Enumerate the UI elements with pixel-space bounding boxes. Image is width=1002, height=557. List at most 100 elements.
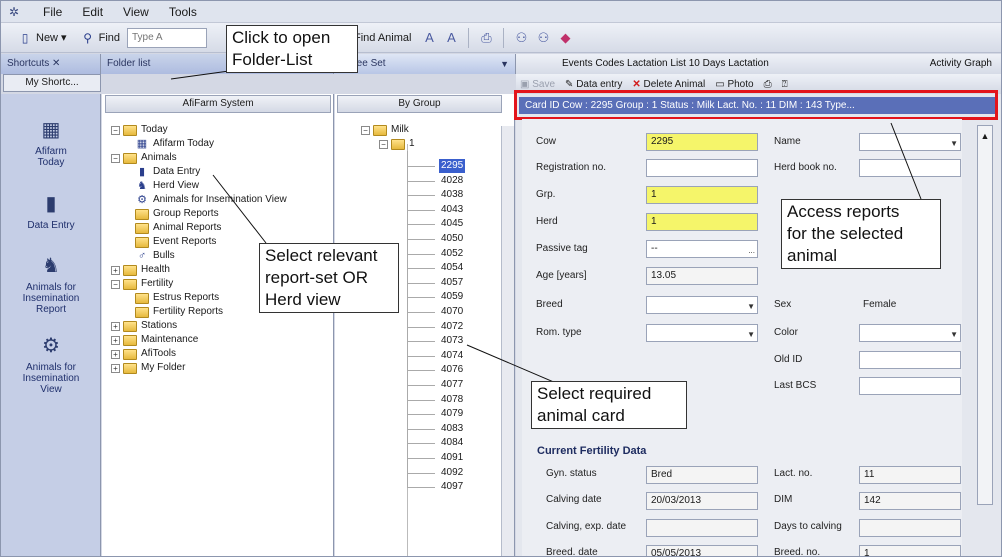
animal-item[interactable]: 4070 <box>441 305 463 319</box>
search-input[interactable] <box>127 27 207 48</box>
animal-item[interactable]: 4054 <box>441 261 463 275</box>
tree-item-group-1[interactable]: −1 <box>379 137 415 151</box>
animal-item[interactable]: 4052 <box>441 247 463 261</box>
menu-file[interactable]: File <box>33 5 72 19</box>
tree-item-milk[interactable]: − Milk <box>361 123 409 137</box>
delete-animal-button[interactable]: ✕ Delete Animal <box>632 79 705 90</box>
shortcuts-header[interactable]: Shortcuts ✕ <box>1 54 101 74</box>
card-tabs[interactable]: Events Codes Lactation List 10 Days Lact… <box>516 54 1001 74</box>
shortcut-data-entry[interactable]: ▮ Data Entry <box>1 191 101 231</box>
new-button[interactable]: ▯ New ▾ <box>11 27 74 49</box>
herd-book-field[interactable] <box>859 159 961 177</box>
tree-icon[interactable]: ⚇ <box>512 29 530 47</box>
name-select[interactable]: ▼ <box>859 133 961 151</box>
breed-select[interactable]: ▼ <box>646 296 758 314</box>
tree-item-today[interactable]: − Today <box>111 123 168 137</box>
scroll-up-icon[interactable]: ▲ <box>980 130 990 144</box>
animal-item[interactable]: 4028 <box>441 174 463 188</box>
tree-item-maintenance[interactable]: + Maintenance <box>111 333 198 347</box>
animal-item[interactable]: 4077 <box>441 378 463 392</box>
font-size-up-icon[interactable]: A <box>442 29 460 47</box>
animal-item[interactable]: 4078 <box>441 393 463 407</box>
shortcut-afifarm-today[interactable]: ▦ Afifarm Today <box>1 117 101 168</box>
collapse-icon[interactable]: − <box>111 125 120 135</box>
menu-edit[interactable]: Edit <box>72 5 113 19</box>
collapse-icon[interactable]: − <box>379 139 388 149</box>
group-scrollbar[interactable] <box>501 126 514 556</box>
help-icon[interactable]: ⍰ <box>782 79 788 90</box>
eraser-icon[interactable]: ◆ <box>556 29 574 47</box>
collapse-icon[interactable]: − <box>111 279 120 289</box>
dropdown-arrow-icon[interactable]: ▼ <box>500 54 509 74</box>
data-entry-button[interactable]: ✎ Data entry <box>565 79 622 90</box>
tree-item-bulls[interactable]: ♂ Bulls <box>135 249 175 263</box>
calving-date-label: Calving date <box>546 494 602 505</box>
animal-item[interactable]: 4059 <box>441 290 463 304</box>
tree-item-fertility[interactable]: − Fertility <box>111 277 173 291</box>
last-bcs-field[interactable] <box>859 377 961 395</box>
registration-field[interactable] <box>646 159 758 177</box>
herd-field[interactable]: 1 <box>646 213 758 231</box>
animal-item[interactable]: 4092 <box>441 466 463 480</box>
animal-item[interactable]: 4038 <box>441 188 463 202</box>
tree-item-my-folder[interactable]: + My Folder <box>111 361 185 375</box>
tree-item-fertility-reports[interactable]: Fertility Reports <box>135 305 223 319</box>
passive-tag-field[interactable]: --... <box>646 240 758 258</box>
tree-item-afifarm-today[interactable]: ▦ Afifarm Today <box>135 137 214 151</box>
animal-item-selected[interactable]: 2295 <box>439 159 466 173</box>
animal-item[interactable]: 4083 <box>441 422 463 436</box>
tree-set-header[interactable]: al tree Set ▼ <box>334 54 516 74</box>
animal-item[interactable]: 4057 <box>441 276 463 290</box>
collapse-icon[interactable]: − <box>361 125 370 135</box>
animal-item[interactable]: 4045 <box>441 217 463 231</box>
animal-item[interactable]: 4074 <box>441 349 463 363</box>
print-icon[interactable]: ⎙ <box>477 29 495 47</box>
animal-item[interactable]: 4097 <box>441 480 463 494</box>
tree-item-animals[interactable]: − Animals <box>111 151 177 165</box>
collapse-icon[interactable]: − <box>111 153 120 163</box>
tree-item-group-reports[interactable]: Group Reports <box>135 207 219 221</box>
card-scrollbar[interactable]: ▲ <box>977 125 993 505</box>
color-select[interactable]: ▼ <box>859 324 961 342</box>
font-size-icon[interactable]: A <box>420 29 438 47</box>
animal-item[interactable]: 4091 <box>441 451 463 465</box>
save-button[interactable]: ▣ Save <box>520 79 555 90</box>
expand-icon[interactable]: + <box>111 265 120 275</box>
grp-field[interactable]: 1 <box>646 186 758 204</box>
expand-icon[interactable]: + <box>111 335 120 345</box>
tree-item-stations[interactable]: + Stations <box>111 319 177 333</box>
menu-tools[interactable]: Tools <box>159 5 207 19</box>
tree-item-animal-reports[interactable]: Animal Reports <box>135 221 221 235</box>
shortcut-insemination-report[interactable]: ♞ Animals for Insemination Report <box>1 253 101 315</box>
tree-item-insemination-view[interactable]: ⚙ Animals for Insemination View <box>135 193 287 207</box>
animal-item[interactable]: 4079 <box>441 407 463 421</box>
animal-item[interactable]: 4084 <box>441 436 463 450</box>
menu-view[interactable]: View <box>113 5 159 19</box>
calendar-icon: ▦ <box>41 119 61 141</box>
cow-field[interactable]: 2295 <box>646 133 758 151</box>
animal-item[interactable]: 4073 <box>441 334 463 348</box>
rom-type-select[interactable]: ▼ <box>646 324 758 342</box>
tree-item-health[interactable]: + Health <box>111 263 170 277</box>
photo-button[interactable]: ▭ Photo <box>715 79 753 90</box>
animal-item[interactable]: 4043 <box>441 203 463 217</box>
ellipsis-icon[interactable]: ... <box>748 243 755 259</box>
old-id-field[interactable] <box>859 351 961 369</box>
animal-item[interactable]: 4072 <box>441 320 463 334</box>
print-icon[interactable]: ⎙ <box>764 79 772 90</box>
folder-icon <box>135 236 149 248</box>
tree-item-afitools[interactable]: + AfiTools <box>111 347 176 361</box>
network-icon[interactable]: ⚇ <box>534 29 552 47</box>
animal-item[interactable]: 4050 <box>441 232 463 246</box>
find-button[interactable]: ⚲ Find <box>74 27 127 49</box>
my-shortcuts-tab[interactable]: My Shortc... <box>3 74 101 92</box>
tree-item-herd-view[interactable]: ♞ Herd View <box>135 179 199 193</box>
shortcut-insemination-view[interactable]: ⚙ Animals for Insemination View <box>1 333 101 395</box>
expand-icon[interactable]: + <box>111 349 120 359</box>
expand-icon[interactable]: + <box>111 321 120 331</box>
tree-item-event-reports[interactable]: Event Reports <box>135 235 216 249</box>
tree-item-data-entry[interactable]: ▮ Data Entry <box>135 165 200 179</box>
tree-item-estrus-reports[interactable]: Estrus Reports <box>135 291 219 305</box>
animal-item[interactable]: 4076 <box>441 363 463 377</box>
expand-icon[interactable]: + <box>111 363 120 373</box>
